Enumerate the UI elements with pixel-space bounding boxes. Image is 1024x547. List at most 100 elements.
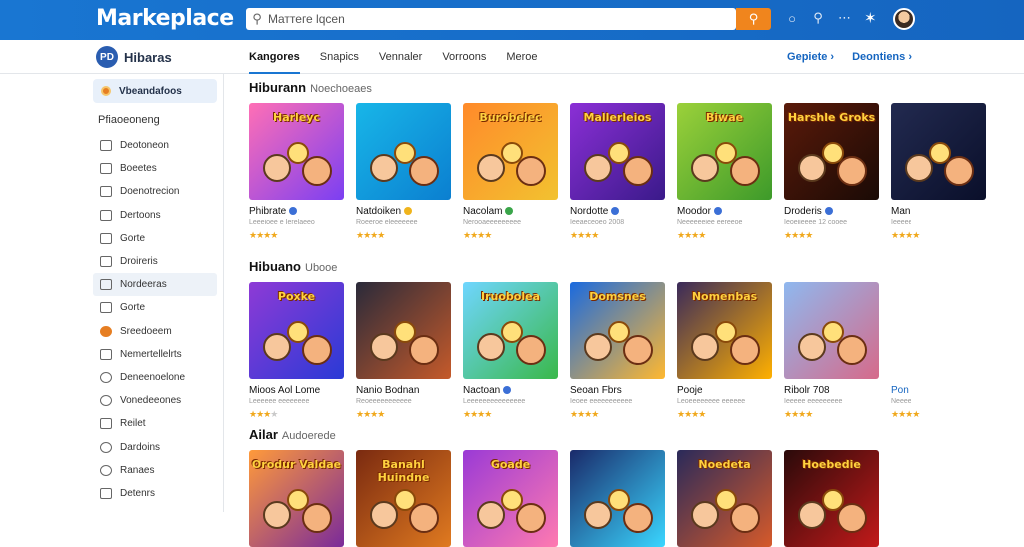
- app-thumbnail[interactable]: Biwae: [677, 103, 772, 200]
- app-thumbnail[interactable]: [784, 282, 879, 379]
- search-icon[interactable]: ⚲: [812, 10, 824, 26]
- character-figure: [608, 142, 630, 164]
- sidebar-item[interactable]: Deotoneon: [93, 134, 217, 157]
- sidebar-item[interactable]: Gorte: [93, 227, 217, 250]
- sidebar-item[interactable]: Gorte: [93, 296, 217, 319]
- sidebar-item[interactable]: Nordeeras: [93, 273, 217, 297]
- brand-badge-icon[interactable]: PD: [96, 46, 118, 68]
- sidebar-item[interactable]: Reilet: [93, 412, 217, 435]
- app-name: Pon: [891, 385, 909, 396]
- link-deontiens[interactable]: Deontiens ›: [852, 51, 912, 63]
- rating-stars: ★★★★: [356, 230, 451, 241]
- section-subtitle[interactable]: Audoerede: [282, 430, 336, 442]
- app-card[interactable]: Biwae Moodor Neeeeeeiee eereeoe ★★★★: [677, 103, 772, 241]
- app-card[interactable]: Hoebedie: [784, 450, 879, 547]
- star-icon: ★: [912, 230, 920, 240]
- app-name: Moodor: [677, 206, 711, 217]
- app-thumbnail[interactable]: Goade: [463, 450, 558, 547]
- app-thumbnail[interactable]: Burobelec: [463, 103, 558, 200]
- thumbnail-art-title: Hoebedie: [802, 458, 861, 471]
- chat-icon[interactable]: ○: [786, 11, 798, 26]
- search-button[interactable]: ⚲: [736, 8, 771, 30]
- app-thumbnail[interactable]: Mallerleios: [570, 103, 665, 200]
- sidebar-item[interactable]: Dardoins: [93, 435, 217, 458]
- app-card[interactable]: Harshle Groks Droderis Ieoeiieeee 12 cooee…: [784, 103, 879, 241]
- section-subtitle[interactable]: Noechoeaes: [310, 83, 372, 95]
- app-name-line: Nacolam: [463, 206, 558, 217]
- app-thumbnail[interactable]: Banahl Huindne: [356, 450, 451, 547]
- sidebar-item[interactable]: Dertoons: [93, 204, 217, 227]
- app-card[interactable]: [570, 450, 665, 547]
- app-thumbnail[interactable]: [891, 103, 986, 200]
- app-thumbnail[interactable]: Hoebedie: [784, 450, 879, 547]
- app-card[interactable]: Man Ieeeee ★★★★: [891, 103, 986, 241]
- rating-stars: ★★★★: [570, 409, 665, 420]
- app-card[interactable]: Natdoiken Roeeroe eleeeeeee ★★★★: [356, 103, 451, 241]
- app-name: Seoan Fbrs: [570, 385, 622, 396]
- tab-snapics[interactable]: Snapics: [320, 40, 359, 74]
- app-card[interactable]: Nomenbas Pooje Leoeeeeeeee eeeeee ★★★★: [677, 282, 772, 420]
- character-figure: [263, 501, 291, 529]
- sidebar-item-label: Droireris: [120, 256, 158, 268]
- app-card[interactable]: Mallerleios Nordotte Ieeaeceoeo 2008 ★★★★: [570, 103, 665, 241]
- app-thumbnail[interactable]: Iruobolea: [463, 282, 558, 379]
- app-thumbnail[interactable]: [356, 282, 451, 379]
- character-figure: [623, 156, 653, 186]
- app-card[interactable]: Orodur Valdae: [249, 450, 344, 547]
- link-gepiete[interactable]: Gepiete ›: [787, 51, 834, 63]
- circle-icon: [100, 464, 112, 476]
- app-card[interactable]: Pon Neeee ★★★★: [891, 282, 920, 420]
- app-card[interactable]: Ribolr 708 Ieeeee eeeeeeeee ★★★★: [784, 282, 879, 420]
- rating-stars: ★★★★: [249, 409, 344, 420]
- brand-name[interactable]: Hibaras: [124, 50, 172, 65]
- app-thumbnail[interactable]: [570, 450, 665, 547]
- star-badge-icon[interactable]: ✶: [864, 9, 877, 27]
- app-card[interactable]: Nanio Bodnan Reoeeeeeeeeeee ★★★★: [356, 282, 451, 420]
- sidebar-item[interactable]: Nemertellelrts: [93, 343, 217, 366]
- sidebar-item[interactable]: Droireris: [93, 250, 217, 273]
- sidebar-featured-item[interactable]: Vbeandafoos: [93, 79, 217, 103]
- tab-vorroons[interactable]: Vorroons: [442, 40, 486, 74]
- app-thumbnail[interactable]: Harshle Groks: [784, 103, 879, 200]
- sidebar-item[interactable]: Sreedoeem: [93, 320, 217, 343]
- sidebar-item[interactable]: Ranaes: [93, 459, 217, 482]
- app-card[interactable]: Poxke Mioos Aol Lome Leeeeee eeeeeeee ★★★★: [249, 282, 344, 420]
- app-thumbnail[interactable]: Orodur Valdae: [249, 450, 344, 547]
- rating-stars: ★★★★: [891, 409, 920, 420]
- sidebar-item[interactable]: Vonedeeones: [93, 389, 217, 412]
- sidebar-item[interactable]: Deneenoelone: [93, 366, 217, 389]
- marketplace-logo[interactable]: Markeplace: [96, 6, 234, 31]
- app-card[interactable]: Noedeta: [677, 450, 772, 547]
- app-thumbnail[interactable]: Nomenbas: [677, 282, 772, 379]
- search-input[interactable]: [268, 12, 708, 26]
- app-thumbnail[interactable]: [356, 103, 451, 200]
- app-card[interactable]: Domsnes Seoan Fbrs Ieoee eeeeeeeeeee ★★★★: [570, 282, 665, 420]
- user-avatar[interactable]: [893, 8, 915, 30]
- app-thumbnail[interactable]: Domsnes: [570, 282, 665, 379]
- app-thumbnail[interactable]: Noedeta: [677, 450, 772, 547]
- app-meta: Leeeeee eeeeeeee: [249, 398, 310, 405]
- sidebar-item-label: Boeetes: [120, 163, 157, 175]
- sidebar-item[interactable]: Doenotrecion: [93, 180, 217, 203]
- app-card[interactable]: Harleyc Phibrate Leeeioee e Ierelaeeo ★★★★: [249, 103, 344, 241]
- app-meta: Ieeeee: [891, 219, 911, 226]
- app-name: Phibrate: [249, 206, 287, 217]
- tab-kangores[interactable]: Kangores: [249, 40, 300, 74]
- more-icon[interactable]: ⋯: [838, 10, 851, 26]
- app-name-line: Pon: [891, 385, 911, 396]
- app-thumbnail[interactable]: Poxke: [249, 282, 344, 379]
- app-thumbnail[interactable]: [891, 282, 986, 379]
- search-box[interactable]: ⚲: [246, 8, 736, 30]
- sidebar-item[interactable]: Boeetes: [93, 157, 217, 180]
- tab-meroe[interactable]: Meroe: [506, 40, 537, 74]
- section-subtitle[interactable]: Ubooe: [305, 262, 337, 274]
- sidebar-featured-label: Vbeandafoos: [119, 85, 182, 97]
- app-card[interactable]: Goade: [463, 450, 558, 547]
- sidebar-item[interactable]: Detenrs: [93, 482, 217, 505]
- character-figure: [287, 489, 309, 511]
- app-card[interactable]: Iruobolea Nactoan Leeeeeeeeeeeeeee ★★★★: [463, 282, 558, 420]
- app-card[interactable]: Banahl Huindne: [356, 450, 451, 547]
- app-thumbnail[interactable]: Harleyc: [249, 103, 344, 200]
- app-card[interactable]: Burobelec Nacolam Nerooaeeeeeeeee ★★★★: [463, 103, 558, 241]
- tab-vennaler[interactable]: Vennaler: [379, 40, 422, 74]
